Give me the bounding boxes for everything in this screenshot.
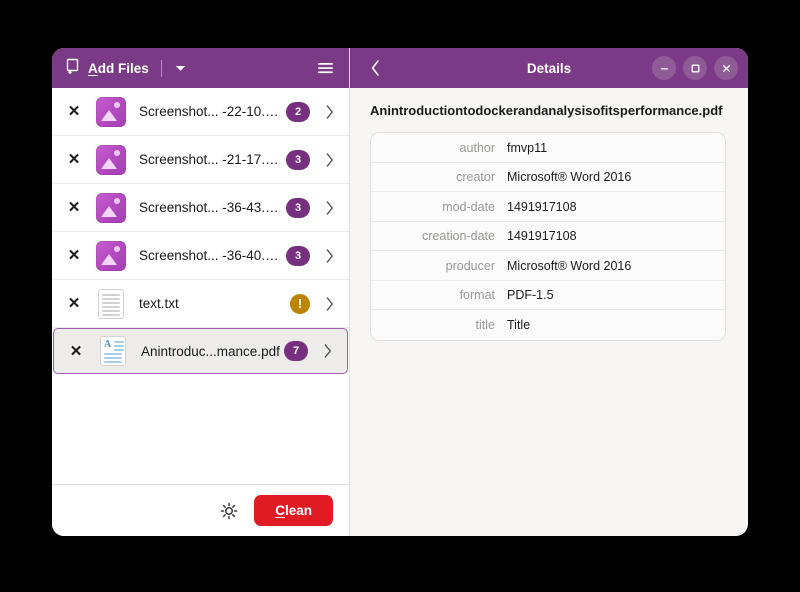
file-list-item[interactable]: ✕ Screenshot... -36-40.png3 <box>52 232 349 280</box>
document-add-icon <box>66 58 81 79</box>
metadata-key: producer <box>383 259 507 273</box>
count-badge: 7 <box>284 341 308 361</box>
metadata-value: fmvp11 <box>507 141 547 155</box>
metadata-key: format <box>383 288 507 302</box>
gear-icon[interactable] <box>218 500 240 522</box>
application-window: Add Files ✕ Screenshot... -22-10.png2 ✕ Scr… <box>52 48 748 536</box>
file-list-item[interactable]: ✕ Screenshot... -22-10.png2 <box>52 88 349 136</box>
warning-badge: ! <box>290 294 310 314</box>
metadata-value: Microsoft® Word 2016 <box>507 259 631 273</box>
file-list-item[interactable]: ✕ Screenshot... -36-43.png3 <box>52 184 349 232</box>
file-list[interactable]: ✕ Screenshot... -22-10.png2 ✕ Screenshot...… <box>52 88 349 484</box>
metadata-row: authorfmvp11 <box>371 133 725 163</box>
metadata-key: title <box>383 318 507 332</box>
split-button-separator <box>161 60 162 77</box>
image-file-icon <box>96 241 126 271</box>
document-title: Anintroductiontodockerandanalysisofitspe… <box>370 102 726 119</box>
chevron-down-icon[interactable] <box>171 63 190 74</box>
file-name-label: Screenshot... -36-43.png <box>139 200 286 215</box>
file-name-label: Screenshot... -22-10.png <box>139 104 286 119</box>
window-controls <box>652 56 738 80</box>
remove-file-icon[interactable]: ✕ <box>52 200 96 215</box>
left-headerbar: Add Files <box>52 48 349 88</box>
file-list-item[interactable]: ✕ Screenshot... -21-17.png3 <box>52 136 349 184</box>
metadata-row: formatPDF-1.5 <box>371 281 725 311</box>
file-name-label: text.txt <box>139 296 290 311</box>
details-panel: Details An <box>350 48 748 536</box>
count-badge: 2 <box>286 102 310 122</box>
file-list-item[interactable]: ✕ text.txt! <box>52 280 349 328</box>
file-name-label: Screenshot... -21-17.png <box>139 152 286 167</box>
remove-file-icon[interactable]: ✕ <box>52 296 96 311</box>
chevron-right-icon[interactable] <box>323 201 337 215</box>
add-files-split-button[interactable]: Add Files <box>64 55 190 81</box>
remove-file-icon[interactable]: ✕ <box>52 152 96 167</box>
clean-button[interactable]: Clean <box>254 495 333 526</box>
metadata-row: titleTitle <box>371 310 725 340</box>
metadata-row: creatorMicrosoft® Word 2016 <box>371 163 725 193</box>
file-name-label: Anintroduc...mance.pdf <box>141 344 284 359</box>
count-badge: 3 <box>286 246 310 266</box>
chevron-right-icon[interactable] <box>323 105 337 119</box>
chevron-right-icon[interactable] <box>321 344 335 358</box>
file-list-panel: Add Files ✕ Screenshot... -22-10.png2 ✕ Scr… <box>52 48 350 536</box>
hamburger-menu-icon[interactable] <box>313 57 337 79</box>
chevron-left-icon[interactable] <box>360 55 390 81</box>
add-files-label: Add Files <box>88 61 149 76</box>
metadata-value: 1491917108 <box>507 229 577 243</box>
close-icon[interactable] <box>714 56 738 80</box>
image-file-icon <box>96 193 126 223</box>
metadata-value: Title <box>507 318 530 332</box>
metadata-value: PDF-1.5 <box>507 288 554 302</box>
image-file-icon <box>96 97 126 127</box>
metadata-row: creation-date1491917108 <box>371 222 725 252</box>
remove-file-icon[interactable]: ✕ <box>54 344 98 359</box>
image-file-icon <box>96 145 126 175</box>
metadata-value: 1491917108 <box>507 200 577 214</box>
chevron-right-icon[interactable] <box>323 153 337 167</box>
add-files-button[interactable]: Add Files <box>64 55 153 81</box>
chevron-right-icon[interactable] <box>323 249 337 263</box>
metadata-table: authorfmvp11creatorMicrosoft® Word 2016m… <box>370 132 726 341</box>
details-headerbar: Details <box>350 48 748 88</box>
metadata-row: mod-date1491917108 <box>371 192 725 222</box>
metadata-row: producerMicrosoft® Word 2016 <box>371 251 725 281</box>
count-badge: 3 <box>286 150 310 170</box>
remove-file-icon[interactable]: ✕ <box>52 248 96 263</box>
metadata-key: creation-date <box>383 229 507 243</box>
file-list-item[interactable]: ✕A Anintroduc...mance.pdf7 <box>53 328 348 374</box>
metadata-key: author <box>383 141 507 155</box>
file-name-label: Screenshot... -36-40.png <box>139 248 286 263</box>
count-badge: 3 <box>286 198 310 218</box>
text-file-icon <box>96 289 126 319</box>
pdf-file-icon: A <box>98 336 128 366</box>
maximize-icon[interactable] <box>683 56 707 80</box>
details-body: Anintroductiontodockerandanalysisofitspe… <box>350 88 748 536</box>
action-bar: Clean <box>52 484 349 536</box>
remove-file-icon[interactable]: ✕ <box>52 104 96 119</box>
metadata-key: mod-date <box>383 200 507 214</box>
minimize-icon[interactable] <box>652 56 676 80</box>
metadata-value: Microsoft® Word 2016 <box>507 170 631 184</box>
metadata-key: creator <box>383 170 507 184</box>
chevron-right-icon[interactable] <box>323 297 337 311</box>
